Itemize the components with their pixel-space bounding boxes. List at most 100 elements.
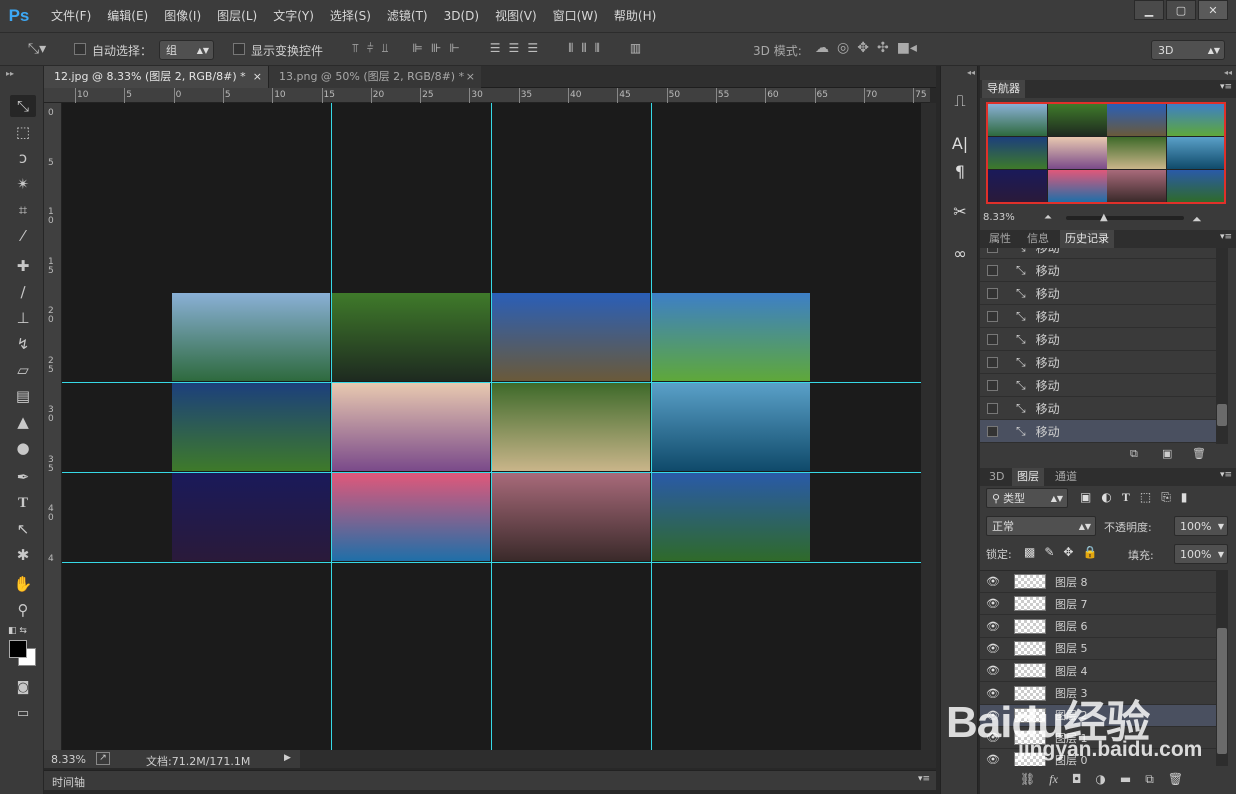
stamp-tool-icon[interactable]: ⊥ xyxy=(10,307,36,329)
move-tool-preset-icon[interactable]: ⤡▾ xyxy=(20,41,54,57)
3d-slide-icon[interactable]: ✣ xyxy=(877,40,889,56)
healing-brush-tool-icon[interactable]: ✚ xyxy=(10,255,36,277)
history-item[interactable]: ⤡ 移动 xyxy=(980,282,1216,305)
creative-cloud-icon[interactable]: ∞ xyxy=(947,240,973,266)
snapshot-source-checkbox[interactable] xyxy=(987,425,998,437)
guide-line[interactable] xyxy=(651,103,652,750)
marquee-tool-icon[interactable]: ⬚ xyxy=(10,121,36,143)
navigator-preview[interactable] xyxy=(986,102,1226,204)
layer-row[interactable]: 👁 图层 6 xyxy=(980,616,1216,638)
blur-tool-icon[interactable]: ▲ xyxy=(10,411,36,433)
snapshot-source-checkbox[interactable] xyxy=(987,333,998,345)
tab-3d[interactable]: 3D xyxy=(984,468,1009,486)
distribute-bottom-icon[interactable]: ☰ xyxy=(527,41,538,56)
menu-item[interactable]: 图像(I) xyxy=(156,0,209,32)
align-hcenter-icon[interactable]: ⊪ xyxy=(431,41,441,56)
guide-line[interactable] xyxy=(62,562,921,563)
menu-item[interactable]: 编辑(E) xyxy=(99,0,156,32)
layer-row[interactable]: 👁 图层 7 xyxy=(980,593,1216,616)
panel-menu-icon[interactable]: ▾≡ xyxy=(1220,82,1232,92)
status-menu-icon[interactable]: ▶ xyxy=(284,753,291,763)
magic-wand-tool-icon[interactable]: ✴ xyxy=(10,173,36,195)
default-colors-icon[interactable]: ◧ ⇆ xyxy=(8,626,27,636)
guide-line[interactable] xyxy=(62,382,921,383)
history-item[interactable]: ⤡ 移动 xyxy=(980,328,1216,351)
tab-properties[interactable]: 属性 xyxy=(984,230,1016,248)
zoom-in-icon[interactable]: ⏶ xyxy=(1192,212,1202,227)
snapshot-icon[interactable]: ▣ xyxy=(1162,447,1172,460)
auto-select-dropdown[interactable]: 组 ▲▼ xyxy=(159,40,214,60)
lasso-tool-icon[interactable]: ↄ xyxy=(10,147,36,169)
adjustment-icon[interactable]: ◑ xyxy=(1095,772,1105,790)
lock-all-icon[interactable]: 🔒 xyxy=(1082,545,1097,559)
canvas-horizontal-scrollbar[interactable] xyxy=(300,750,936,768)
align-top-icon[interactable]: ⫪ xyxy=(352,41,359,56)
collapse-icon[interactable]: ◂◂ xyxy=(967,68,975,77)
collapse-icon[interactable]: ▸▸ xyxy=(6,69,14,78)
pixel-filter-icon[interactable]: ▣ xyxy=(1080,490,1091,505)
dodge-tool-icon[interactable]: ● xyxy=(10,437,36,459)
mask-icon[interactable]: ◘ xyxy=(1072,772,1082,790)
layers-scrollbar[interactable] xyxy=(1216,570,1228,766)
tab-channels[interactable]: 通道 xyxy=(1050,468,1082,486)
align-bottom-icon[interactable]: ⫫ xyxy=(382,41,389,56)
layer-row[interactable]: 👁 图层 4 xyxy=(980,660,1216,683)
snapshot-source-checkbox[interactable] xyxy=(987,287,998,299)
menu-item[interactable]: 图层(L) xyxy=(209,0,265,32)
visibility-eye-icon[interactable]: 👁 xyxy=(980,642,1006,655)
history-item[interactable]: ⤡ 移动 xyxy=(980,351,1216,374)
history-item[interactable]: ⤡ 移动 xyxy=(980,420,1216,443)
tab-layers[interactable]: 图层 xyxy=(1012,468,1044,486)
canvas-vertical-scrollbar[interactable] xyxy=(921,103,936,750)
new-document-from-state-icon[interactable]: ⧉ xyxy=(1130,447,1138,461)
opacity-input[interactable]: 100% ▼ xyxy=(1174,516,1228,536)
close-icon[interactable]: ✕ xyxy=(1198,0,1228,20)
gradient-tool-icon[interactable]: ▤ xyxy=(10,385,36,407)
paragraph-panel-icon[interactable]: ¶ xyxy=(947,158,973,184)
visibility-eye-icon[interactable]: 👁 xyxy=(980,620,1006,633)
trash-icon[interactable]: 🗑 xyxy=(1168,772,1183,790)
filter-toggle-icon[interactable]: ▮ xyxy=(1181,490,1188,505)
type-tool-icon[interactable]: T xyxy=(10,492,36,514)
snapshot-source-checkbox[interactable] xyxy=(987,379,998,391)
timeline-label[interactable]: 时间轴 xyxy=(52,774,85,790)
workspace-dropdown[interactable]: 3D ▲▼ xyxy=(1151,40,1225,60)
distribute-vcenter-icon[interactable]: ☰ xyxy=(509,41,520,56)
distribute-top-icon[interactable]: ☰ xyxy=(490,41,501,56)
visibility-eye-icon[interactable]: 👁 xyxy=(980,664,1006,677)
screen-mode-icon[interactable]: ▭ xyxy=(10,702,36,724)
lock-position-icon[interactable]: ✥ xyxy=(1063,545,1073,559)
zoom-tool-icon[interactable]: ⚲ xyxy=(10,599,36,621)
adjustment-filter-icon[interactable]: ◐ xyxy=(1101,490,1111,505)
menu-item[interactable]: 文字(Y) xyxy=(265,0,322,32)
3d-roll-icon[interactable]: ◎ xyxy=(837,40,849,56)
crop-tool-icon[interactable]: ⌗ xyxy=(10,199,36,221)
tab-12-jpg[interactable]: 12.jpg @ 8.33% (图层 2, RGB/8#) * × xyxy=(44,66,268,88)
distribute-right-icon[interactable]: ⦀ xyxy=(595,41,600,56)
snapshot-source-checkbox[interactable] xyxy=(987,356,998,368)
document-canvas[interactable] xyxy=(62,103,921,750)
tab-close-icon[interactable]: × xyxy=(466,66,475,88)
history-scrollbar[interactable] xyxy=(1216,248,1228,444)
3d-pan-icon[interactable]: ✥ xyxy=(857,40,869,56)
blend-mode-dropdown[interactable]: 正常 ▲▼ xyxy=(986,516,1096,536)
history-item[interactable]: ⤡ 移动 xyxy=(980,248,1216,259)
menu-item[interactable]: 文件(F) xyxy=(43,0,99,32)
maximize-icon[interactable]: ▢ xyxy=(1166,0,1196,20)
menu-item[interactable]: 选择(S) xyxy=(322,0,379,32)
guide-line[interactable] xyxy=(62,472,921,473)
menu-item[interactable]: 帮助(H) xyxy=(606,0,664,32)
lock-pixels-icon[interactable]: ✎ xyxy=(1044,545,1054,559)
history-item[interactable]: ⤡ 移动 xyxy=(980,259,1216,282)
snapshot-source-checkbox[interactable] xyxy=(987,402,998,414)
fill-input[interactable]: 100% ▼ xyxy=(1174,544,1228,564)
align-right-icon[interactable]: ⊩ xyxy=(449,41,459,56)
panel-menu-icon[interactable]: ▾≡ xyxy=(1220,470,1232,480)
snapshot-source-checkbox[interactable] xyxy=(987,248,998,253)
guide-line[interactable] xyxy=(491,103,492,750)
tool-presets-icon[interactable]: ✂ xyxy=(947,198,973,224)
panel-menu-icon[interactable]: ▾≡ xyxy=(1220,232,1232,242)
menu-item[interactable]: 3D(D) xyxy=(436,0,487,32)
snapshot-source-checkbox[interactable] xyxy=(987,310,998,322)
shape-filter-icon[interactable]: ⬚ xyxy=(1140,490,1151,505)
